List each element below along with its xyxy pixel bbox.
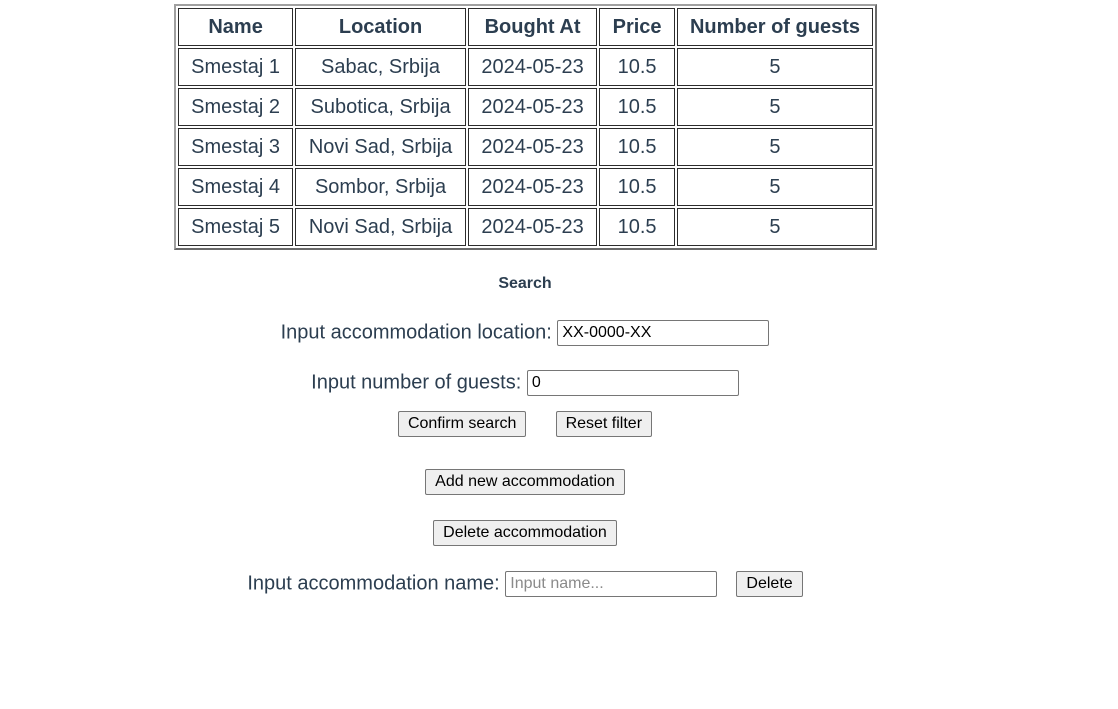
table-row: Smestaj 1 Sabac, Srbija 2024-05-23 10.5 … bbox=[178, 48, 873, 86]
cell-name: Smestaj 3 bbox=[178, 128, 294, 166]
cell-bought-at: 2024-05-23 bbox=[467, 48, 598, 86]
location-filter-row: Input accommodation location: bbox=[0, 320, 1050, 346]
location-input[interactable] bbox=[557, 320, 770, 346]
accommodation-name-label: Input accommodation name: bbox=[247, 572, 500, 595]
cell-location: Novi Sad, Srbija bbox=[295, 128, 466, 166]
cell-location: Sabac, Srbija bbox=[295, 48, 466, 86]
delete-button[interactable]: Delete bbox=[736, 571, 803, 597]
table-row: Smestaj 4 Sombor, Srbija 2024-05-23 10.5… bbox=[178, 168, 873, 206]
table-row: Smestaj 3 Novi Sad, Srbija 2024-05-23 10… bbox=[178, 128, 873, 166]
page: Name Location Bought At Price Number of … bbox=[0, 0, 1118, 709]
cell-bought-at: 2024-05-23 bbox=[467, 88, 598, 126]
cell-bought-at: 2024-05-23 bbox=[467, 208, 598, 246]
accommodations-table: Name Location Bought At Price Number of … bbox=[174, 4, 877, 250]
delete-row: Delete accommodation bbox=[0, 520, 1050, 546]
cell-bought-at: 2024-05-23 bbox=[467, 128, 598, 166]
cell-price: 10.5 bbox=[599, 128, 675, 166]
cell-bought-at: 2024-05-23 bbox=[467, 168, 598, 206]
cell-location: Novi Sad, Srbija bbox=[295, 208, 466, 246]
cell-guests: 5 bbox=[676, 168, 873, 206]
add-row: Add new accommodation bbox=[0, 469, 1050, 495]
cell-guests: 5 bbox=[676, 208, 873, 246]
add-accommodation-button[interactable]: Add new accommodation bbox=[425, 469, 625, 495]
location-label: Input accommodation location: bbox=[280, 321, 552, 344]
reset-filter-button[interactable]: Reset filter bbox=[555, 411, 653, 437]
delete-form-row: Input accommodation name: Delete bbox=[0, 571, 1050, 597]
column-header-name: Name bbox=[178, 8, 294, 46]
guests-filter-row: Input number of guests: bbox=[0, 370, 1050, 396]
guests-input[interactable] bbox=[526, 370, 739, 396]
cell-price: 10.5 bbox=[599, 208, 675, 246]
cell-name: Smestaj 2 bbox=[178, 88, 294, 126]
search-heading: Search bbox=[498, 275, 552, 292]
column-header-guests: Number of guests bbox=[676, 8, 873, 46]
cell-guests: 5 bbox=[676, 128, 873, 166]
cell-name: Smestaj 4 bbox=[178, 168, 294, 206]
column-header-price: Price bbox=[599, 8, 675, 46]
cell-location: Subotica, Srbija bbox=[295, 88, 466, 126]
table-header-row: Name Location Bought At Price Number of … bbox=[178, 8, 873, 46]
cell-guests: 5 bbox=[676, 48, 873, 86]
confirm-search-button[interactable]: Confirm search bbox=[397, 411, 527, 437]
column-header-location: Location bbox=[295, 8, 466, 46]
cell-guests: 5 bbox=[676, 88, 873, 126]
table-row: Smestaj 5 Novi Sad, Srbija 2024-05-23 10… bbox=[178, 208, 873, 246]
accommodation-name-input[interactable] bbox=[505, 571, 718, 597]
cell-name: Smestaj 1 bbox=[178, 48, 294, 86]
cell-price: 10.5 bbox=[599, 48, 675, 86]
cell-price: 10.5 bbox=[599, 88, 675, 126]
cell-location: Sombor, Srbija bbox=[295, 168, 466, 206]
guests-label: Input number of guests: bbox=[311, 371, 522, 394]
cell-price: 10.5 bbox=[599, 168, 675, 206]
search-buttons-row: Confirm search Reset filter bbox=[0, 411, 1050, 437]
column-header-bought-at: Bought At bbox=[467, 8, 598, 46]
cell-name: Smestaj 5 bbox=[178, 208, 294, 246]
table-row: Smestaj 2 Subotica, Srbija 2024-05-23 10… bbox=[178, 88, 873, 126]
delete-accommodation-button[interactable]: Delete accommodation bbox=[433, 520, 617, 546]
